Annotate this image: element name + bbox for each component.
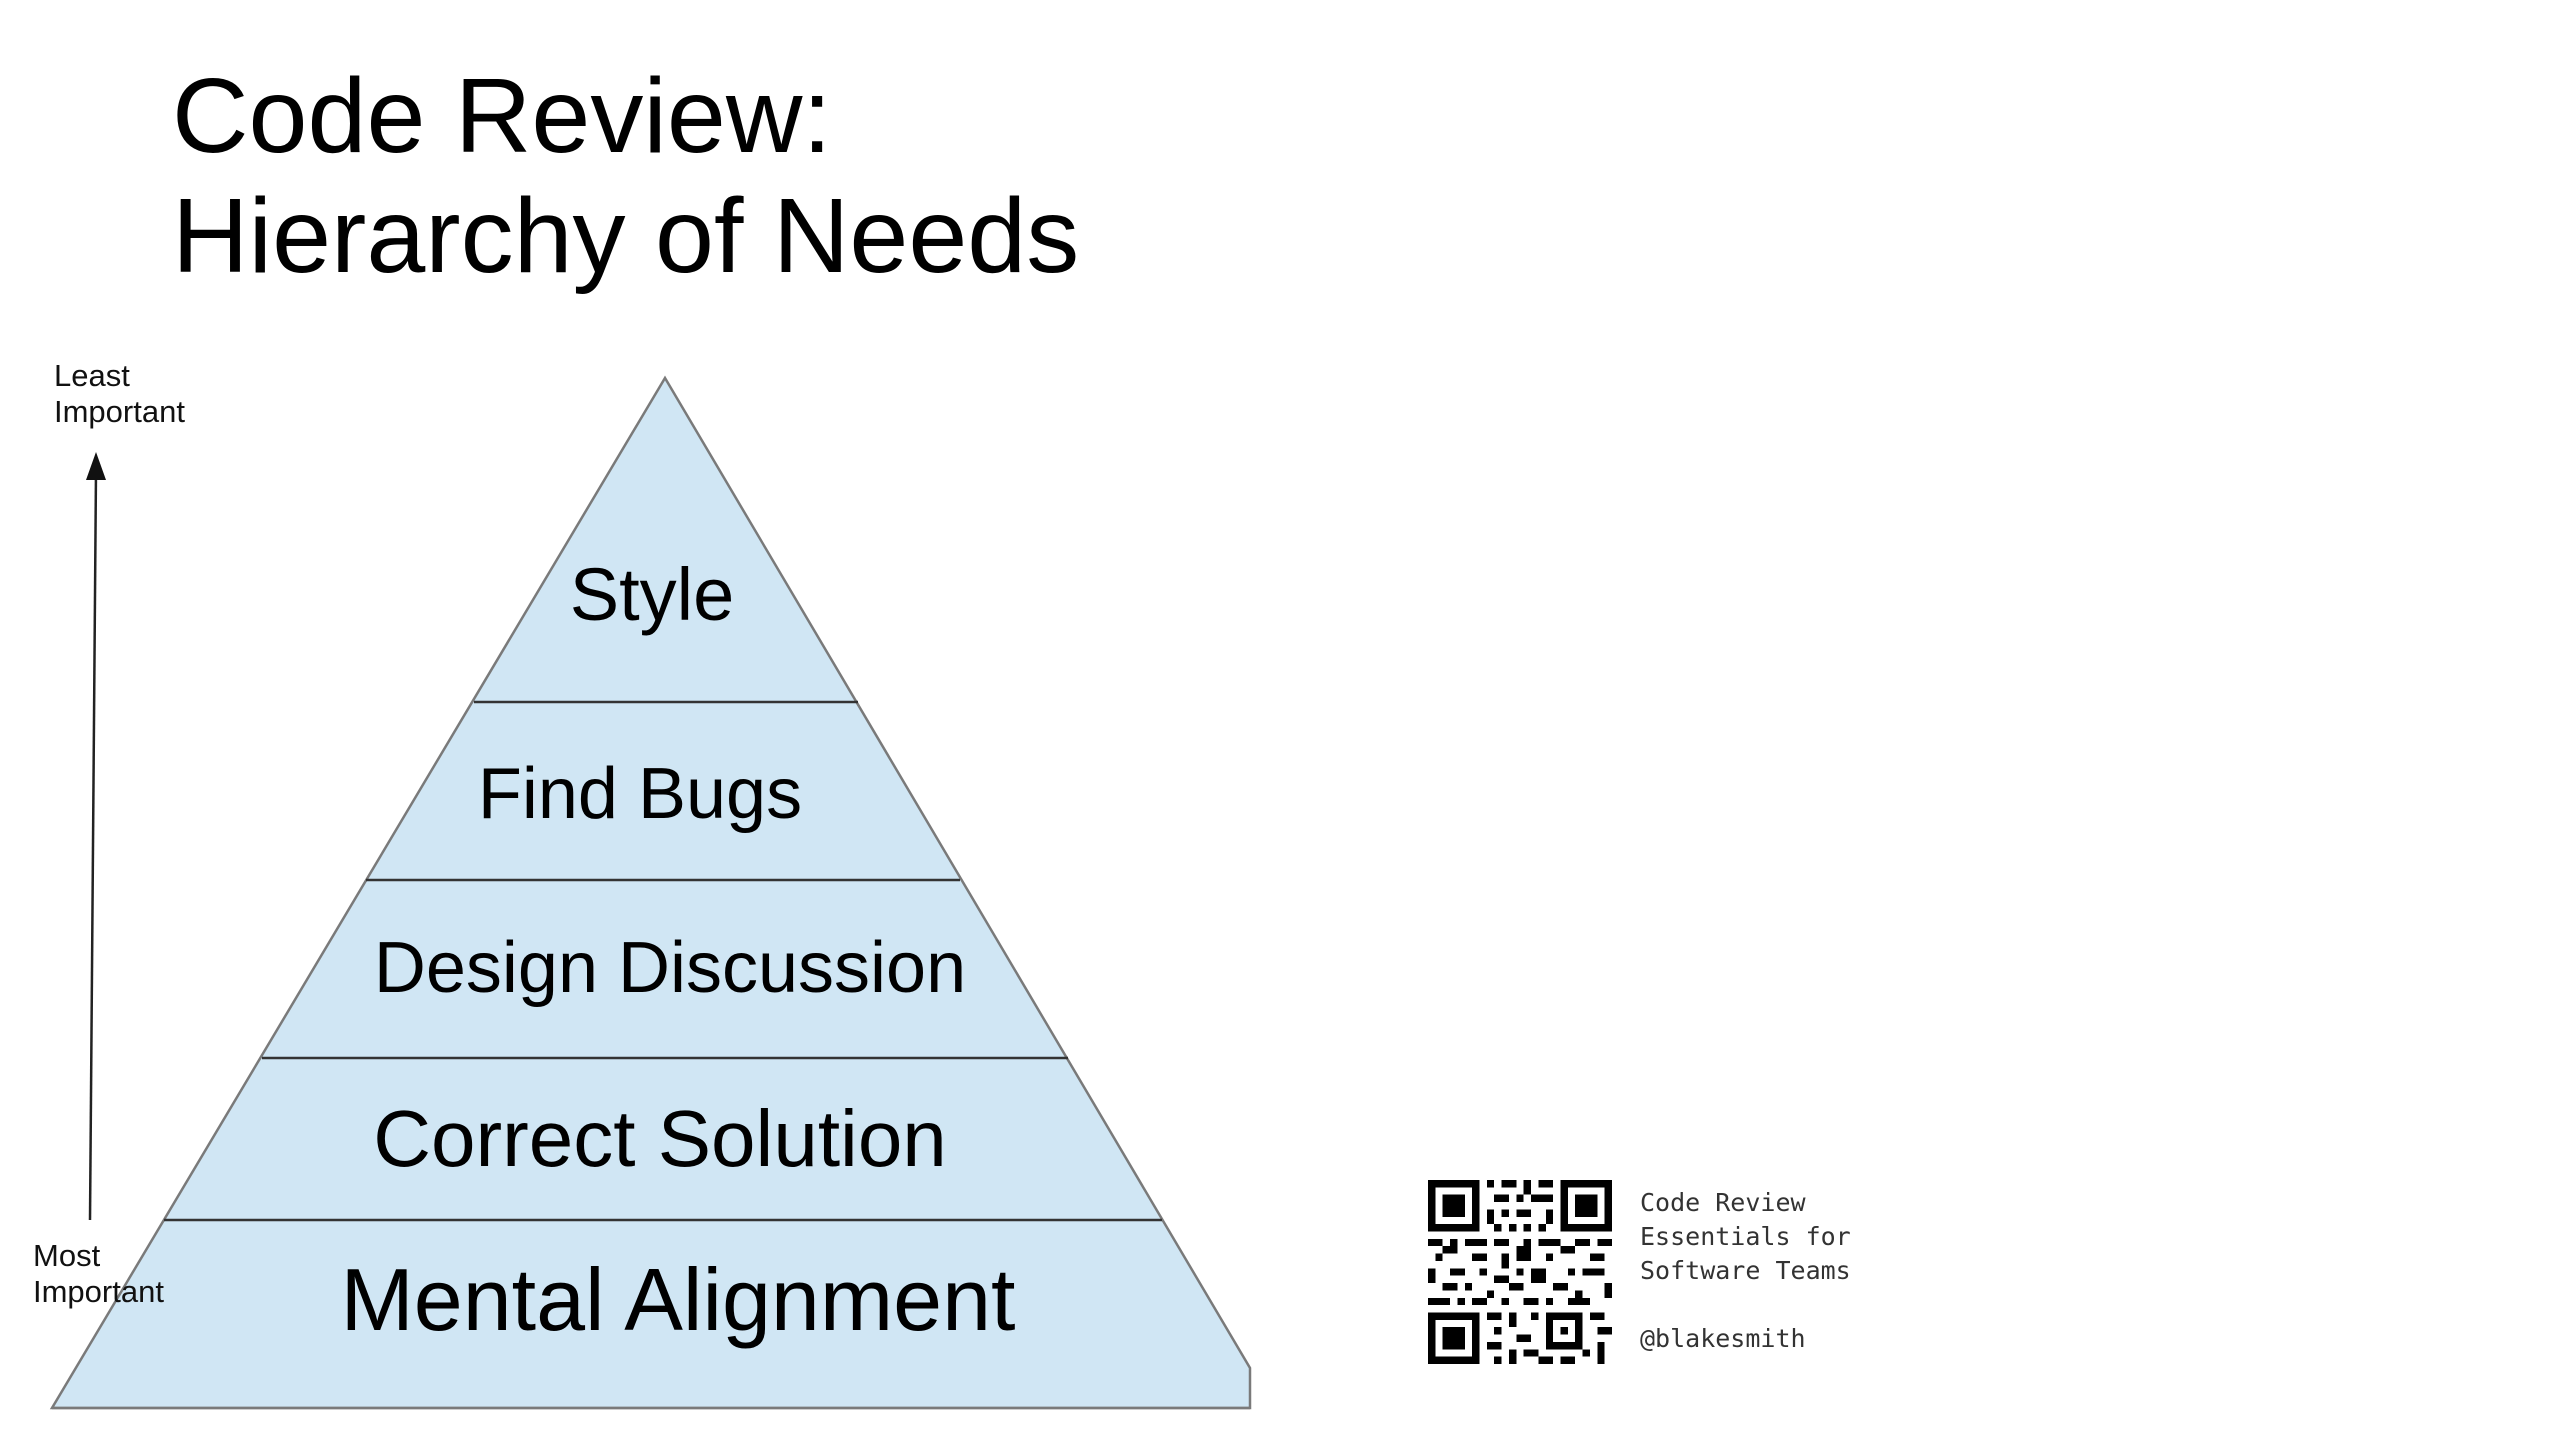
hierarchy-pyramid-diagram: Style Find Bugs Design Discussion Correc…: [49, 375, 1252, 1410]
most-important-line-1: Most: [33, 1238, 101, 1273]
author-handle: @blakesmith: [1640, 1324, 1806, 1353]
level-label-mental-alignment: Mental Alignment: [340, 1250, 1015, 1349]
most-important-line-2: Important: [33, 1274, 164, 1309]
footer-line-1: Code Review: [1640, 1188, 1806, 1217]
footer-line-2: Essentials for: [1640, 1222, 1851, 1251]
footer-caption: Code Review Essentials for Software Team…: [1640, 1186, 1851, 1356]
level-label-find-bugs: Find Bugs: [478, 754, 802, 834]
most-important-label: Most Important: [33, 1238, 164, 1310]
importance-arrow-head: [86, 452, 106, 480]
level-label-design-discussion: Design Discussion: [374, 928, 966, 1008]
level-label-correct-solution: Correct Solution: [373, 1094, 947, 1183]
level-label-style: Style: [570, 553, 735, 636]
footer-line-3: Software Teams: [1640, 1256, 1851, 1285]
qr-code-icon: [1428, 1180, 1612, 1364]
importance-arrow-shaft: [88, 469, 98, 1221]
